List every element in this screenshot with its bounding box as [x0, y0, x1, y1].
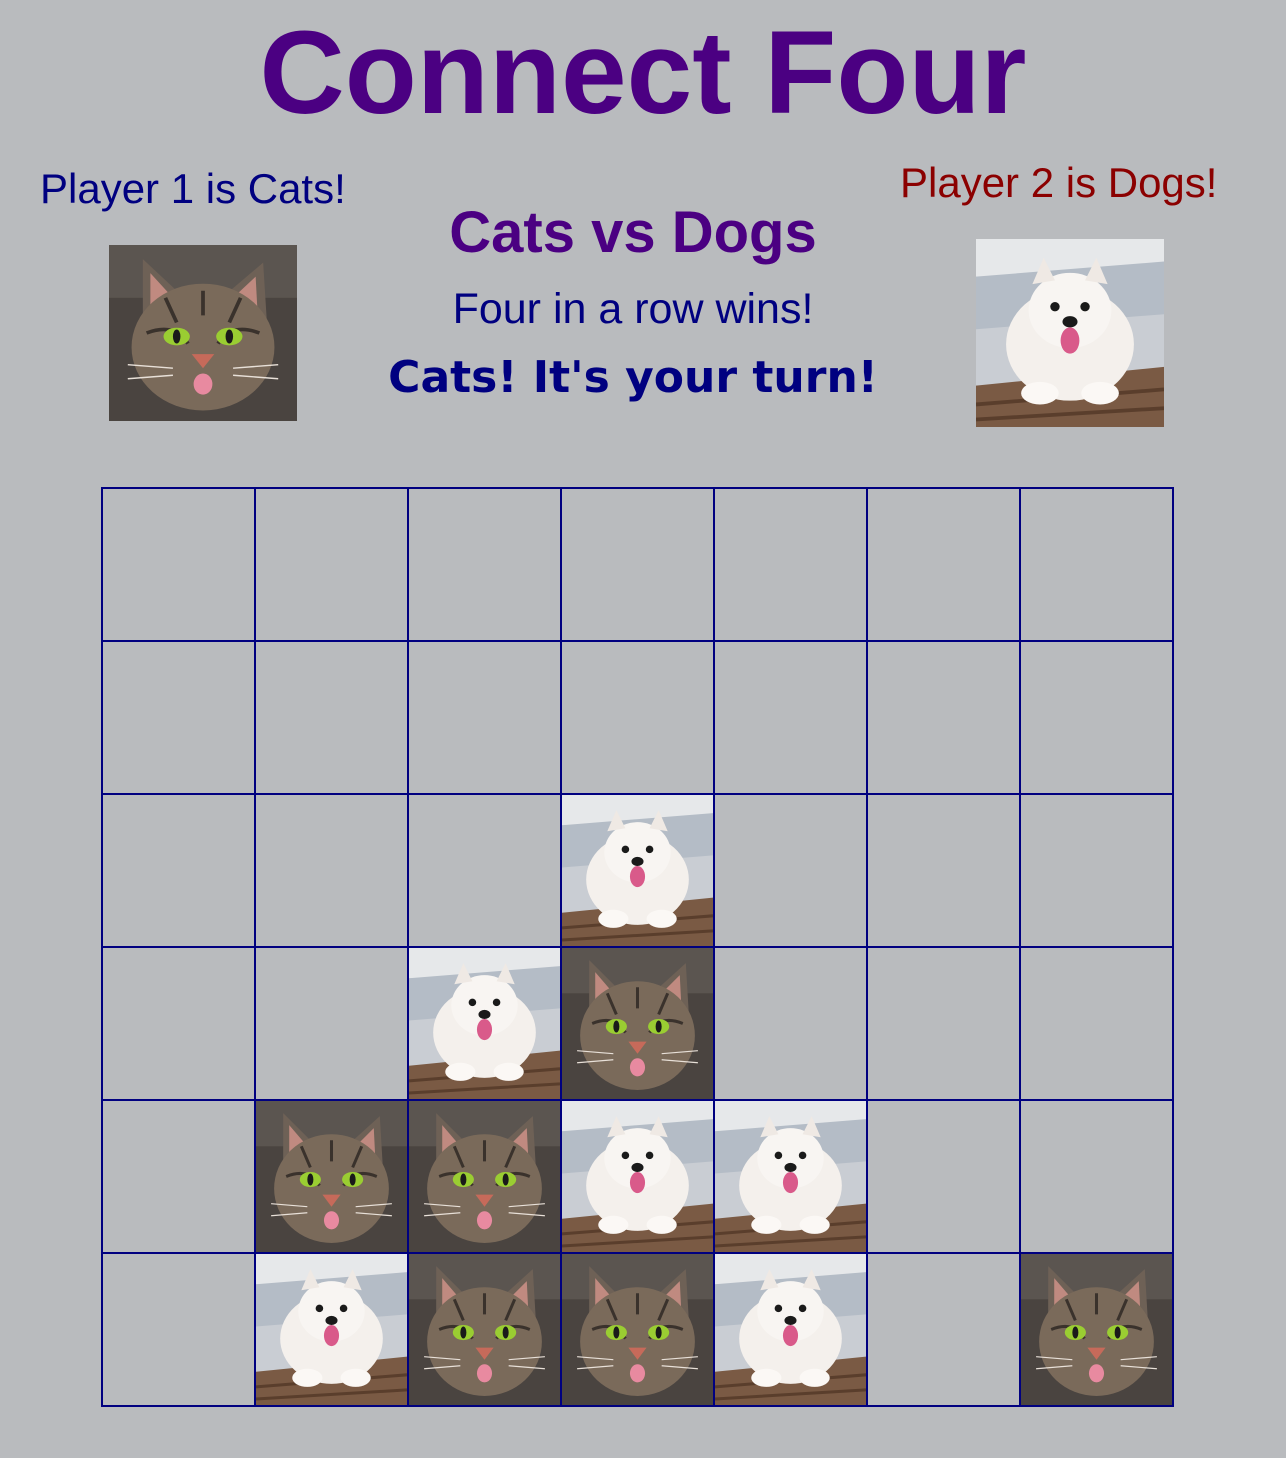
- board-cell-r1-c3[interactable]: [562, 642, 713, 793]
- board-cell-r0-c5[interactable]: [868, 489, 1019, 640]
- board-cell-r2-c2[interactable]: [409, 795, 560, 946]
- board-cell-r3-c4[interactable]: [715, 948, 866, 1099]
- dog-icon: [715, 1101, 866, 1252]
- board-cell-r1-c0[interactable]: [103, 642, 254, 793]
- board-cell-r0-c6[interactable]: [1021, 489, 1172, 640]
- board-cell-r5-c3[interactable]: [562, 1254, 713, 1405]
- dog-icon: [562, 1101, 713, 1252]
- board-cell-r2-c6[interactable]: [1021, 795, 1172, 946]
- board-cell-r3-c6[interactable]: [1021, 948, 1172, 1099]
- board-cell-r1-c4[interactable]: [715, 642, 866, 793]
- board-cell-r2-c0[interactable]: [103, 795, 254, 946]
- board-cell-r1-c1[interactable]: [256, 642, 407, 793]
- cat-icon: [409, 1101, 560, 1252]
- board-cell-r2-c4[interactable]: [715, 795, 866, 946]
- dog-icon: [562, 795, 713, 946]
- cat-icon: [562, 1254, 713, 1405]
- board-cell-r4-c3[interactable]: [562, 1101, 713, 1252]
- board-cell-r1-c6[interactable]: [1021, 642, 1172, 793]
- board-cell-r2-c3[interactable]: [562, 795, 713, 946]
- cat-icon: [409, 1254, 560, 1405]
- board-cell-r5-c2[interactable]: [409, 1254, 560, 1405]
- board-cell-r3-c1[interactable]: [256, 948, 407, 1099]
- board-cell-r0-c3[interactable]: [562, 489, 713, 640]
- board-cell-r4-c6[interactable]: [1021, 1101, 1172, 1252]
- board-cell-r5-c1[interactable]: [256, 1254, 407, 1405]
- board-cell-r0-c0[interactable]: [103, 489, 254, 640]
- board-cell-r5-c5[interactable]: [868, 1254, 1019, 1405]
- page-title: Connect Four: [259, 7, 1027, 139]
- dog-icon: [409, 948, 560, 1099]
- cat-icon: [1021, 1254, 1172, 1405]
- cat-icon: [562, 948, 713, 1099]
- board-cell-r3-c2[interactable]: [409, 948, 560, 1099]
- game-subtitle: Cats vs Dogs: [449, 200, 817, 265]
- game-board: [101, 487, 1174, 1407]
- board-cell-r1-c2[interactable]: [409, 642, 560, 793]
- board-cell-r4-c4[interactable]: [715, 1101, 866, 1252]
- board-cell-r5-c6[interactable]: [1021, 1254, 1172, 1405]
- dog-icon: [256, 1254, 407, 1405]
- board-cell-r0-c1[interactable]: [256, 489, 407, 640]
- board-cell-r4-c2[interactable]: [409, 1101, 560, 1252]
- board-cell-r1-c5[interactable]: [868, 642, 1019, 793]
- board-cell-r3-c0[interactable]: [103, 948, 254, 1099]
- turn-status: Cats! It's your turn!: [388, 352, 878, 403]
- board-cell-r2-c5[interactable]: [868, 795, 1019, 946]
- board-cell-r4-c5[interactable]: [868, 1101, 1019, 1252]
- board-cell-r4-c1[interactable]: [256, 1101, 407, 1252]
- cat-icon: [256, 1101, 407, 1252]
- board-cell-r5-c0[interactable]: [103, 1254, 254, 1405]
- board-cell-r0-c2[interactable]: [409, 489, 560, 640]
- game-rule: Four in a row wins!: [452, 285, 814, 333]
- board-cell-r5-c4[interactable]: [715, 1254, 866, 1405]
- board-cell-r0-c4[interactable]: [715, 489, 866, 640]
- board-cell-r3-c5[interactable]: [868, 948, 1019, 1099]
- dog-icon: [715, 1254, 866, 1405]
- board-cell-r2-c1[interactable]: [256, 795, 407, 946]
- board-cell-r3-c3[interactable]: [562, 948, 713, 1099]
- board-cell-r4-c0[interactable]: [103, 1101, 254, 1252]
